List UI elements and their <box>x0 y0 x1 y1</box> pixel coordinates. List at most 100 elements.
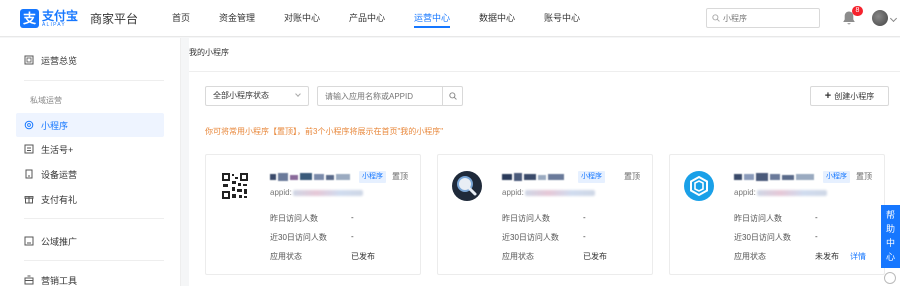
stat-value: - <box>815 213 818 222</box>
pin-button[interactable]: 置顶 <box>624 171 640 182</box>
stat-label: 昨日访问人数 <box>734 214 782 223</box>
search-icon <box>712 14 720 22</box>
main-content: 我的小程序 全部小程序状态 +创建小程序 你可将常用小程序【置顶】，前3个小程序… <box>189 38 900 286</box>
mini-program-card[interactable]: 小程序 置顶 appid: 昨日访问人数 - 近30日访问人数 - 应用状态 未… <box>669 154 885 275</box>
nav-home[interactable]: 首页 <box>172 0 190 37</box>
nav-data[interactable]: 数据中心 <box>479 0 515 37</box>
pin-tip: 你可将常用小程序【置顶】，前3个小程序将展示在首页"我的小程序" <box>205 127 444 136</box>
overview-icon <box>24 55 34 65</box>
promotion-icon <box>24 236 34 246</box>
app-search-button[interactable] <box>442 87 462 105</box>
stat-label: 昨日访问人数 <box>502 214 550 223</box>
mini-program-tag: 小程序 <box>578 171 605 183</box>
sidebar-item-label: 小程序 <box>41 120 69 131</box>
create-mini-program-button[interactable]: + 创建小程序 <box>810 86 889 106</box>
pin-button[interactable]: 置顶 <box>856 171 872 182</box>
user-avatar[interactable] <box>872 10 888 26</box>
sidebar-item-label: 支付有礼 <box>41 194 78 205</box>
marketing-tools-icon <box>24 275 34 285</box>
device-icon <box>24 169 34 179</box>
blurred-app-name <box>734 173 814 181</box>
sidebar-item-overview[interactable]: 运营总览 <box>24 50 77 70</box>
status-filter-value: 全部小程序状态 <box>213 91 269 100</box>
breadcrumb: 我的小程序 <box>189 48 229 57</box>
nav-account[interactable]: 账号中心 <box>544 0 580 37</box>
stat-value: - <box>583 232 586 241</box>
sidebar-item-promotion[interactable]: 公域推广 <box>24 231 77 251</box>
life-account-icon <box>24 144 34 154</box>
stat-label: 近30日访问人数 <box>270 233 327 242</box>
notification-badge: 8 <box>852 6 863 16</box>
status-value: 未发布 <box>815 252 839 261</box>
qr-code-icon <box>220 171 250 201</box>
stat-value: - <box>583 213 586 222</box>
sidebar-item-gift[interactable]: 支付有礼 <box>24 189 77 209</box>
sidebar-item-label: 设备运营 <box>41 169 78 180</box>
product-name: 商家平台 <box>90 12 139 26</box>
divider <box>24 80 164 81</box>
status-value: 已发布 <box>351 252 375 261</box>
mini-program-card[interactable]: 小程序 置顶 appid: 昨日访问人数 - 近30日访问人数 - 应用状态 已… <box>205 154 421 275</box>
mini-program-card[interactable]: 小程序 置顶 appid: 昨日访问人数 - 近30日访问人数 - 应用状态 已… <box>437 154 653 275</box>
stat-value: - <box>351 232 354 241</box>
blurred-appid <box>524 189 595 196</box>
divider <box>24 260 164 261</box>
chevron-down-icon[interactable] <box>889 14 898 23</box>
sidebar-item-life-account[interactable]: 生活号+ <box>24 139 73 159</box>
stat-label: 昨日访问人数 <box>270 214 318 223</box>
stat-label: 应用状态 <box>270 252 302 261</box>
blurred-app-name <box>270 173 350 181</box>
help-center-button[interactable]: 帮 助 中 心 <box>881 205 900 268</box>
mini-program-tag: 小程序 <box>359 171 386 183</box>
sidebar-item-label: 营销工具 <box>41 275 78 286</box>
back-to-top-icon[interactable] <box>884 272 896 284</box>
top-bar: 支 支付宝 ALIPAY 商家平台 首页 资金管理 对账中心 产品中心 运营中心… <box>0 0 900 37</box>
cube-app-icon <box>684 171 714 201</box>
mini-program-icon <box>24 120 34 130</box>
search-icon <box>448 92 457 100</box>
app-id: appid: <box>270 188 363 197</box>
nav-operations[interactable]: 运营中心 <box>414 0 451 37</box>
brand-name: 支付宝 <box>42 8 79 23</box>
alipay-logo-mark: 支 <box>20 9 39 28</box>
sidebar-item-label: 生活号+ <box>41 144 74 155</box>
pin-button[interactable]: 置顶 <box>392 171 408 182</box>
blurred-appid <box>756 189 827 196</box>
stat-value: - <box>815 232 818 241</box>
nav-products[interactable]: 产品中心 <box>349 0 385 37</box>
chevron-down-icon <box>295 91 301 97</box>
mini-program-tag: 小程序 <box>823 171 850 183</box>
brand-name-en: ALIPAY <box>42 21 66 28</box>
sidebar-item-label: 运营总览 <box>41 55 78 66</box>
app-id: appid: <box>502 188 595 197</box>
global-search[interactable] <box>706 8 820 28</box>
blurred-app-name <box>502 173 564 181</box>
app-search[interactable] <box>317 86 463 106</box>
blurred-appid <box>292 189 363 196</box>
alipay-logo[interactable]: 支 支付宝 ALIPAY 商家平台 <box>20 9 138 28</box>
sidebar-item-device[interactable]: 设备运营 <box>24 164 77 184</box>
divider <box>189 71 900 72</box>
plus-icon: + <box>824 90 832 102</box>
app-search-input[interactable] <box>318 87 442 105</box>
status-value: 已发布 <box>583 252 607 261</box>
stat-label: 近30日访问人数 <box>502 233 559 242</box>
nav-reconciliation[interactable]: 对账中心 <box>284 0 320 37</box>
stat-label: 应用状态 <box>502 252 534 261</box>
sidebar-group-label: 私域运营 <box>30 96 62 105</box>
detail-link[interactable]: 详情 <box>850 251 866 262</box>
stat-value: - <box>351 213 354 222</box>
sidebar-item-label: 公域推广 <box>41 236 78 247</box>
magnifier-app-icon <box>452 171 482 201</box>
sidebar: 运营总览 私域运营 小程序 生活号+ 设备运营 支付有礼 公域推广 营销工具 <box>0 38 181 286</box>
gift-icon <box>24 194 34 204</box>
status-filter-select[interactable]: 全部小程序状态 <box>205 86 309 106</box>
divider <box>24 218 164 219</box>
stat-label: 近30日访问人数 <box>734 233 791 242</box>
nav-funds[interactable]: 资金管理 <box>219 0 255 37</box>
app-id: appid: <box>734 188 827 197</box>
sidebar-item-marketing-tools[interactable]: 营销工具 <box>24 270 77 286</box>
sidebar-item-mini-program[interactable]: 小程序 <box>24 115 68 135</box>
stat-label: 应用状态 <box>734 252 766 261</box>
global-search-input[interactable] <box>723 13 818 23</box>
